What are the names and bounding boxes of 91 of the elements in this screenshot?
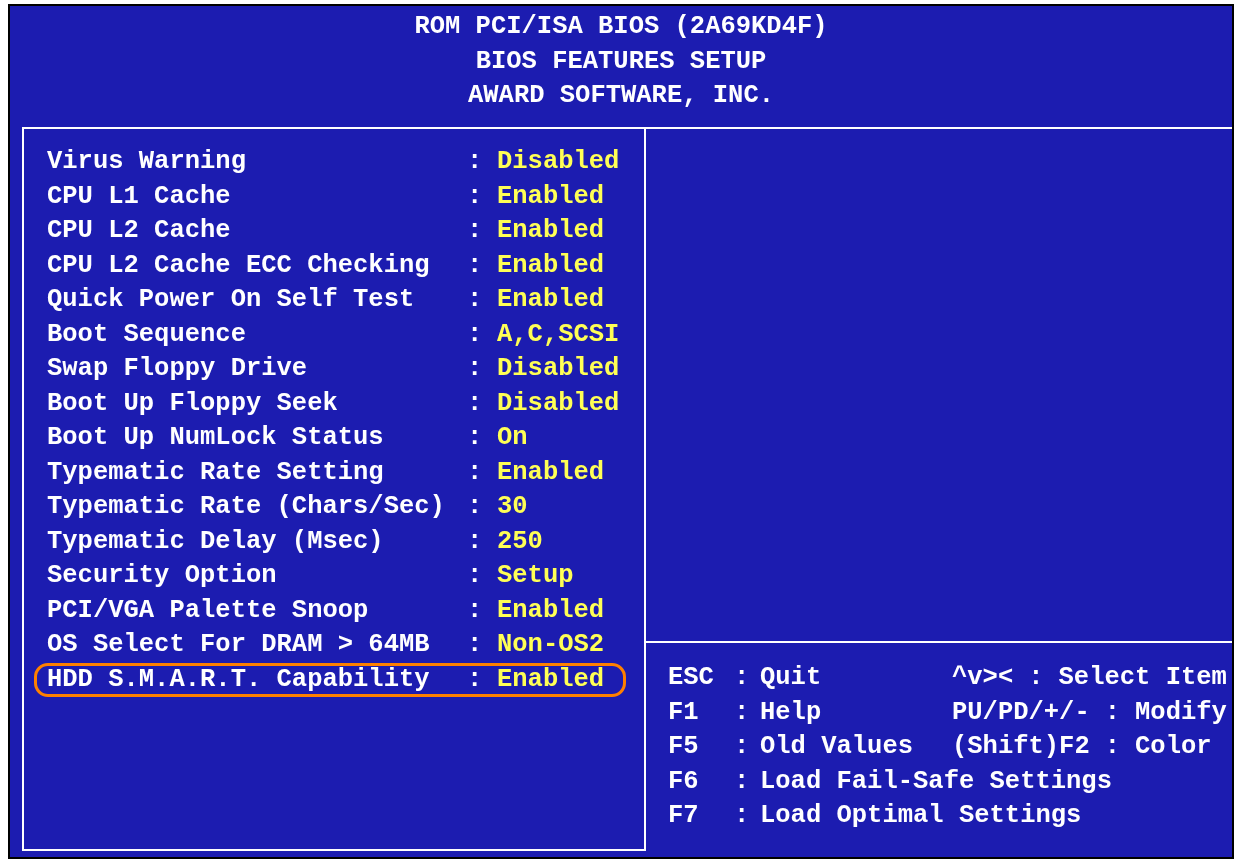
setting-label: PCI/VGA Palette Snoop (47, 594, 370, 627)
separator-colon: : (467, 491, 484, 523)
setting-label: Typematic Delay (Msec) (47, 525, 385, 558)
separator-colon: : (467, 180, 484, 213)
separator-colon: : (467, 663, 484, 696)
setting-label: Swap Floppy Drive (47, 353, 309, 385)
separator-colon: : (467, 284, 484, 316)
separator-colon: : (467, 594, 484, 627)
help-key: (Shift)F2 (952, 730, 1090, 765)
setting-value: Enabled (497, 284, 605, 316)
header-title: AWARD SOFTWARE, INC. (467, 80, 775, 112)
setting-value: On (497, 422, 528, 454)
separator-colon: : (1104, 731, 1121, 763)
setting-row[interactable]: Swap Floppy Drive : Disabled (34, 352, 626, 387)
separator-colon: : (467, 387, 484, 420)
setting-row[interactable]: Typematic Rate Setting : Enabled (34, 455, 626, 490)
header-title: ROM PCI/ISA BIOS (2A69KD4F) (414, 11, 828, 43)
setting-label: Virus Warning (47, 146, 247, 178)
help-action: Color (1135, 731, 1212, 763)
separator-colon: : (467, 525, 484, 558)
separator-colon: : (467, 318, 484, 351)
separator-colon: : (467, 215, 484, 247)
separator-colon: : (467, 353, 484, 385)
setting-label: Boot Up Floppy Seek (47, 387, 339, 420)
setting-row[interactable]: Security Option : Setup (34, 559, 626, 594)
setting-label: HDD S.M.A.R.T. Capability (47, 663, 431, 696)
help-action: Load Optimal Settings (760, 800, 1082, 832)
setting-value: Enabled (497, 663, 605, 696)
setting-label: CPU L1 Cache (47, 180, 232, 213)
separator-colon: : (734, 765, 751, 798)
separator-colon: : (467, 146, 484, 178)
setting-row[interactable]: Boot Sequence : A,C,SCSI (34, 317, 626, 352)
setting-row[interactable]: CPU L2 Cache ECC Checking : Enabled (34, 248, 626, 283)
setting-row[interactable]: Typematic Rate (Chars/Sec) : 30 (34, 490, 626, 525)
setting-row[interactable]: Quick Power On Self Test : Enabled (34, 283, 626, 318)
setting-value: Non-OS2 (497, 629, 605, 661)
separator-colon: : (734, 731, 751, 763)
setting-row[interactable]: Boot Up NumLock Status : On (34, 421, 626, 456)
setting-row[interactable]: PCI/VGA Palette Snoop : Enabled (34, 593, 626, 628)
setting-label: Typematic Rate Setting (47, 456, 385, 489)
setting-value: Enabled (497, 215, 605, 247)
setting-label: Boot Up NumLock Status (47, 422, 385, 454)
separator-colon: : (467, 422, 484, 454)
setting-row[interactable]: HDD S.M.A.R.T. Capability : Enabled (34, 662, 626, 697)
help-key: PU/PD/+/- (952, 695, 1090, 730)
help-action: Modify (1135, 696, 1227, 729)
setting-value: Setup (497, 560, 574, 592)
setting-row[interactable]: OS Select For DRAM > 64MB : Non-OS2 (34, 628, 626, 663)
help-action: Quit (760, 662, 823, 694)
setting-value: 250 (497, 525, 543, 558)
setting-row[interactable]: CPU L2 Cache : Enabled (34, 214, 626, 249)
separator-colon: : (734, 662, 751, 694)
setting-label: Typematic Rate (Chars/Sec) (47, 491, 446, 523)
separator-colon: : (734, 696, 751, 729)
header-title: BIOS FEATURES SETUP (475, 45, 767, 78)
separator-colon: : (467, 629, 484, 661)
setting-value: Disabled (497, 353, 620, 385)
help-key: F1 (668, 695, 734, 730)
setting-value: A,C,SCSI (497, 318, 620, 351)
setting-label: Security Option (47, 560, 278, 592)
setting-label: Quick Power On Self Test (47, 284, 416, 316)
help-key: ESC (668, 661, 734, 696)
separator-colon: : (1104, 696, 1121, 729)
separator-colon: : (467, 560, 484, 592)
help-action: Select Item (1058, 662, 1227, 694)
help-key: F6 (668, 764, 734, 799)
separator-colon: : (1028, 662, 1044, 694)
setting-value: Enabled (497, 594, 605, 627)
setting-value: Enabled (497, 180, 605, 213)
help-key: ^v>< (952, 661, 1014, 696)
help-key: F5 (668, 730, 734, 765)
setting-row[interactable]: CPU L1 Cache : Enabled (34, 179, 626, 214)
setting-row[interactable]: Boot Up Floppy Seek : Disabled (34, 386, 626, 421)
help-key: F7 (668, 799, 734, 834)
setting-label: OS Select For DRAM > 64MB (47, 629, 431, 661)
setting-value: 30 (497, 491, 528, 523)
help-action: Old Values (760, 731, 915, 763)
separator-colon: : (734, 800, 751, 832)
setting-label: Boot Sequence (47, 318, 247, 351)
setting-value: Disabled (497, 146, 620, 178)
separator-colon: : (467, 456, 484, 489)
setting-value: Enabled (497, 456, 605, 489)
help-action: Load Fail-Safe Settings (760, 765, 1112, 798)
setting-row[interactable]: Typematic Delay (Msec) : 250 (34, 524, 626, 559)
setting-value: Disabled (497, 387, 620, 420)
setting-label: CPU L2 Cache ECC Checking (47, 249, 431, 282)
setting-value: Enabled (497, 249, 605, 282)
separator-colon: : (467, 249, 484, 282)
setting-label: CPU L2 Cache (47, 215, 232, 247)
help-action: Help (760, 696, 823, 729)
setting-row[interactable]: Virus Warning : Disabled (34, 145, 626, 180)
